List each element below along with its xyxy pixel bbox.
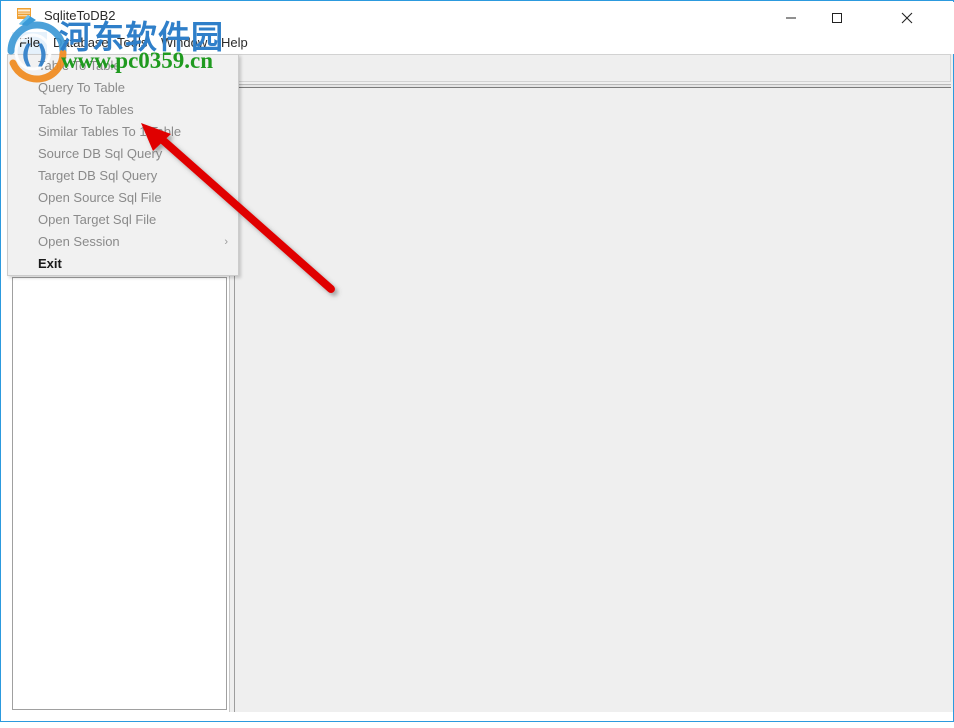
menu-item-label: Exit [38,256,62,271]
menu-item-label: Open Source Sql File [38,190,162,205]
window-title: SqliteToDB2 [44,8,116,23]
menu-bar-item-database[interactable]: Database [46,32,116,54]
menu-item-label: Open Session [38,234,120,249]
menu-item-query-to-table[interactable]: Query To Table [8,77,238,99]
app-icon [16,7,38,27]
close-button[interactable] [884,3,930,33]
menu-bar-item-tools[interactable]: Tools [110,32,154,54]
menu-item-label: Table To Table [38,58,121,73]
maximize-button[interactable] [814,3,860,33]
workspace-body[interactable] [237,88,951,710]
menu-item-source-db-sql-query[interactable]: Source DB Sql Query [8,143,238,165]
application-window: SqliteToDB2 File Database Tools Window H… [0,0,954,722]
menu-item-open-source-sql-file[interactable]: Open Source Sql File [8,187,238,209]
menu-bar-item-help[interactable]: Help [214,32,255,54]
menu-item-label: Target DB Sql Query [38,168,158,183]
menu-item-similar-tables-to-1-table[interactable]: Similar Tables To 1 Table [8,121,238,143]
left-side-panel-content[interactable] [12,277,227,710]
left-side-panel [9,275,229,712]
file-dropdown-menu: Table To Table Query To Table Tables To … [7,54,239,276]
menu-item-exit[interactable]: Exit [8,253,238,275]
menu-bar-item-window[interactable]: Window [154,32,214,54]
menu-item-table-to-table[interactable]: Table To Table [8,55,238,77]
chevron-right-icon: › [224,236,228,248]
minimize-button[interactable] [768,3,814,33]
menu-item-label: Query To Table [38,80,125,95]
menu-item-tables-to-tables[interactable]: Tables To Tables [8,99,238,121]
menu-item-label: Source DB Sql Query [38,146,163,161]
menu-item-label: Tables To Tables [38,102,134,117]
menu-item-open-target-sql-file[interactable]: Open Target Sql File [8,209,238,231]
menu-bar: File Database Tools Window Help [2,32,954,54]
menu-item-target-db-sql-query[interactable]: Target DB Sql Query [8,165,238,187]
menu-item-open-session[interactable]: Open Session › [8,231,238,253]
main-workspace [235,54,953,712]
workspace-toolbar[interactable] [237,54,951,82]
menu-item-label: Similar Tables To 1 Table [38,124,182,139]
title-bar: SqliteToDB2 [2,2,954,32]
menu-item-label: Open Target Sql File [38,212,157,227]
menu-bar-item-file[interactable]: File [12,32,47,54]
